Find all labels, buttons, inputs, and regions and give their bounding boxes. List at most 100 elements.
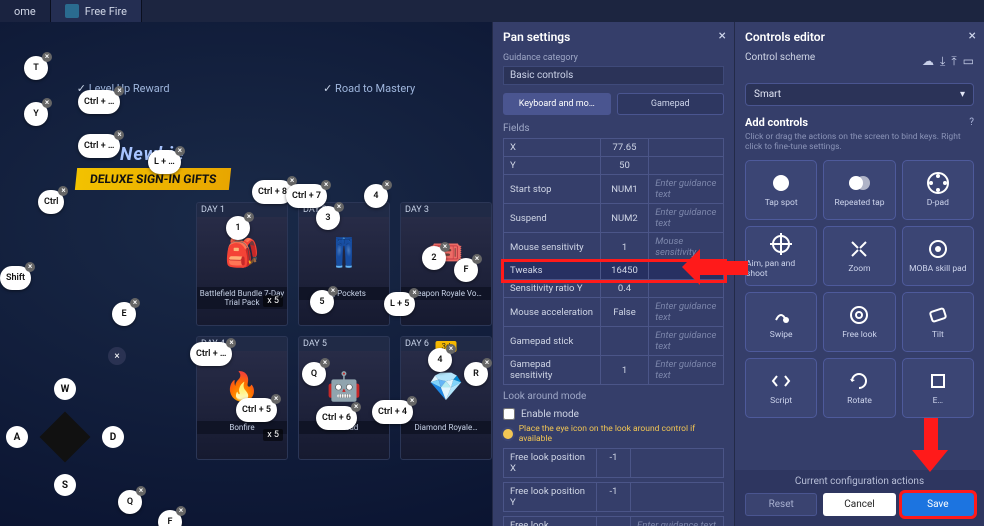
save-button[interactable]: Save [902,493,974,516]
look-header: Look around mode [503,391,724,402]
table-row[interactable]: SuspendNUM2Enter guidance text [504,204,724,233]
eye-note: Place the eye icon on the look around co… [503,424,724,444]
key-bubble[interactable]: L + 5 [384,292,415,316]
free-look-y-row[interactable]: Free look position Y-1 [503,482,724,512]
enable-mode-checkbox[interactable] [503,408,515,420]
table-row[interactable]: Mouse accelerationFalseEnter guidance te… [504,298,724,327]
tile-script[interactable]: Script [745,358,817,418]
tile-rotate[interactable]: Rotate [823,358,895,418]
tile-zoom[interactable]: Zoom [823,226,895,286]
key-bubble[interactable]: Ctrl + 7 [286,184,327,208]
import-icon[interactable]: ⤓ [940,54,945,69]
key-bubble[interactable]: R [464,362,488,386]
dpad-center [40,412,91,463]
dpad-control[interactable]: W A S D [10,382,120,492]
moba-icon [927,238,949,260]
segment-gamepad[interactable]: Gamepad [617,93,725,115]
free-look-x-row[interactable]: Free look position X-1 [503,448,724,478]
key-bubble[interactable]: Q [118,490,142,514]
tilt-icon [927,304,949,326]
dpad-d[interactable]: D [102,426,124,448]
day-count: x 5 [263,295,283,307]
annotation-arrow-down [912,418,948,490]
scheme-label: Control scheme [745,52,815,63]
scheme-select[interactable]: Smart ▾ [745,83,974,106]
tile-tilt[interactable]: Tilt [902,292,974,352]
tab-game-label: Free Fire [85,5,127,18]
repeated-tap-icon [848,172,870,194]
pan-title: Pan settings [503,30,724,44]
dpad-w[interactable]: W [54,378,76,400]
tile-edit[interactable]: E… [902,358,974,418]
key-bubble[interactable]: Ctrl + 4 [372,400,413,424]
key-bubble[interactable]: Q [302,362,326,386]
key-bubble[interactable]: E [112,302,136,326]
tile-tap-spot[interactable]: Tap spot [745,160,817,220]
key-bubble[interactable]: F [158,510,182,526]
eye-dot-icon [503,429,513,439]
guidance-category-input[interactable] [503,66,724,85]
swipe-icon [770,304,792,326]
tap-spot-icon [770,172,792,194]
cloud-icon[interactable]: ☁ [922,54,934,69]
key-bubble[interactable]: T [24,56,48,80]
dpad-a[interactable]: A [6,426,28,448]
key-bubble[interactable]: 3 [316,206,340,230]
key-bubble[interactable]: Ctrl + 5 [236,398,277,422]
guidance-category-label: Guidance category [503,53,578,63]
key-bubble[interactable]: F [454,258,478,282]
crosshair-icon [770,233,792,255]
tile-moba-skill[interactable]: MOBA skill pad [902,226,974,286]
key-bubble[interactable]: Ctrl + … [78,134,120,158]
key-bubble[interactable]: 5 [310,290,334,314]
key-bubble[interactable]: 2 [422,246,446,270]
tile-free-look[interactable]: Free look [823,292,895,352]
key-bubble[interactable]: Ctrl + 6 [316,406,357,430]
tab-game[interactable]: Free Fire [51,0,142,22]
table-row[interactable]: Gamepad sensitivity1Enter guidance text [504,356,724,385]
table-row[interactable]: Y50 [504,157,724,175]
tile-repeated-tap[interactable]: Repeated tap [823,160,895,220]
key-bubble[interactable]: Shift [0,266,31,290]
table-row[interactable]: Gamepad stickEnter guidance text [504,327,724,356]
key-bubble[interactable]: Ctrl [38,190,64,214]
cancel-button[interactable]: Cancel [823,493,895,516]
close-icon[interactable]: × [969,28,976,44]
chip-mastery[interactable]: Road to Mastery [323,82,415,95]
game-viewport[interactable]: Newbie DELUXE SIGN-IN GIFTS Level Up Rew… [0,22,492,526]
scheme-toolbar: ☁ ⤓ ⤒ ▭ [922,54,974,69]
close-icon[interactable]: × [719,28,726,44]
table-row[interactable]: Start stopNUM1Enter guidance text [504,175,724,204]
key-bubble[interactable]: L + … [148,150,181,174]
add-controls-hint: Click or drag the actions on the screen … [745,132,974,152]
key-bubble[interactable]: 1 [226,216,250,240]
fields-header: Fields [503,123,724,134]
chevron-down-icon: ▾ [960,89,965,100]
eye-icon [848,304,870,326]
edit-icon [927,370,949,392]
key-bubble[interactable]: Ctrl + … [190,342,232,366]
key-bubble[interactable]: Ctrl + … [78,90,120,114]
enable-mode-label: Enable mode [521,409,579,420]
key-bubble[interactable]: 4 [428,348,452,372]
export-icon[interactable]: ⤒ [951,54,956,69]
key-bubble[interactable]: Y [24,102,48,126]
day-card[interactable]: DAY 5🤖Tinhead [298,336,390,460]
scheme-value: Smart [754,89,781,100]
day-count: x 5 [263,429,283,441]
folder-icon[interactable]: ▭ [963,54,974,69]
dpad-s[interactable]: S [54,474,76,496]
close-overlay-icon[interactable]: × [108,347,126,365]
reset-button[interactable]: Reset [745,493,817,516]
table-row[interactable]: X77.65 [504,139,724,157]
key-bubble[interactable]: 4 [364,184,388,208]
controls-title: Controls editor [745,30,974,44]
tile-dpad[interactable]: D-pad [902,160,974,220]
tile-swipe[interactable]: Swipe [745,292,817,352]
tile-aim-pan-shoot[interactable]: Aim, pan and shoot [745,226,817,286]
segment-keyboard[interactable]: Keyboard and mo… [503,93,611,115]
tab-home[interactable]: ome [0,0,51,22]
free-look-row[interactable]: Free lookEnter guidance text [503,516,724,526]
help-icon[interactable]: ? [969,117,974,128]
add-controls-header: Add controls [745,116,808,129]
